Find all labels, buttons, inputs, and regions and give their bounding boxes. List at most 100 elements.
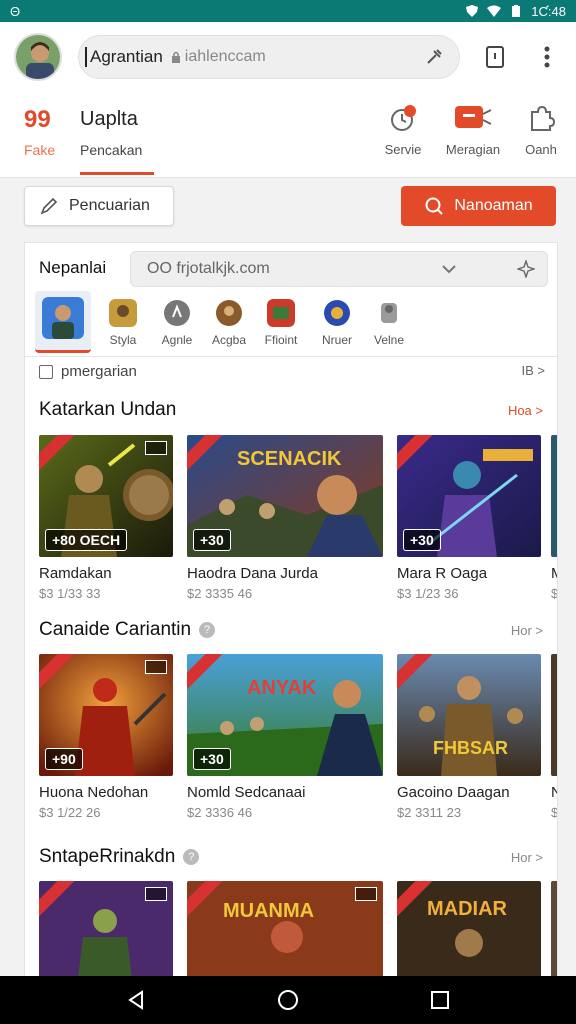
game-thumbnail: +80 OECH xyxy=(39,435,173,557)
category-label: Styla xyxy=(109,333,137,347)
thumbnail-title: SCENACIK xyxy=(237,448,342,470)
category-item[interactable]: Ffioint xyxy=(255,299,307,347)
card-meta: $3 1/22 26 xyxy=(39,805,101,820)
home-icon[interactable] xyxy=(276,988,300,1012)
lock-icon xyxy=(171,51,180,63)
game-thumbnail: SCENACIK +30 xyxy=(187,435,383,557)
category-item[interactable]: Styla xyxy=(97,299,149,347)
card-meta: $2 3335 46 xyxy=(187,586,253,601)
tab-label: Oanh xyxy=(525,142,557,157)
price-badge: +30 xyxy=(403,529,441,551)
see-more-link[interactable]: Hor > xyxy=(511,850,543,865)
game-card[interactable] xyxy=(551,881,557,981)
card-title: Huona Nedohan xyxy=(39,784,149,801)
status-time: 1Ƈ:48 xyxy=(531,3,566,19)
category-label: Ffioint xyxy=(264,333,298,347)
game-card[interactable]: +80 OECH Ramdakan $3 1/33 33 xyxy=(39,435,173,601)
tab-servie[interactable]: Servie xyxy=(368,104,438,157)
page-title: Uaplta xyxy=(80,108,138,130)
category-label: Nruer xyxy=(321,333,352,347)
price-badge: +30 xyxy=(193,748,231,770)
tools-icon[interactable] xyxy=(419,42,449,72)
status-left-icon: Θ xyxy=(10,3,21,19)
game-thumbnail: MADIAR xyxy=(397,881,541,981)
card-title: N xyxy=(551,784,557,801)
red-message-icon xyxy=(455,106,492,128)
price-badge: +90 xyxy=(45,748,83,770)
help-icon[interactable]: ? xyxy=(183,849,200,865)
game-card[interactable]: +90 Huona Nedohan $3 1/22 26 xyxy=(39,654,173,820)
game-card[interactable] xyxy=(39,881,173,981)
tag-icon xyxy=(145,887,167,901)
status-right: 1Ƈ:48 xyxy=(465,4,566,19)
game-card[interactable]: +30 Mara R Oaga $3 1/23 36 xyxy=(397,435,541,601)
wifi-icon xyxy=(487,5,502,17)
category-label: Velne xyxy=(373,333,405,347)
search-button-label: Pencuarian xyxy=(69,197,150,214)
game-card[interactable]: M $ xyxy=(551,435,557,601)
tab-oanh[interactable]: Oanh xyxy=(506,104,576,157)
tab-switcher-icon[interactable] xyxy=(480,42,510,72)
game-thumbnail: ANYAK +30 xyxy=(187,654,383,776)
game-card[interactable]: MADIAR xyxy=(397,881,541,981)
category-item[interactable]: Acgba xyxy=(203,299,255,347)
card-meta: $ xyxy=(551,805,558,820)
game-card[interactable]: MUANMA xyxy=(187,881,383,981)
category-icon xyxy=(267,299,295,327)
category-icon xyxy=(381,303,397,323)
breadcrumb[interactable]: pmergarian xyxy=(39,363,137,380)
menu-dots-icon[interactable] xyxy=(532,42,562,72)
recents-icon[interactable] xyxy=(428,988,452,1012)
section-title: Canaide Cariantin ? xyxy=(39,619,216,641)
back-icon[interactable] xyxy=(124,988,148,1012)
system-nav-bar xyxy=(0,976,576,1024)
section-title: Katarkan Undan xyxy=(39,399,176,421)
game-card[interactable]: ANYAK +30 Nomld Sedcanaai $2 3336 46 xyxy=(187,654,383,820)
header-tabs: 99 Fake Uaplta Pencakan Servie Meragian … xyxy=(0,92,576,178)
alert-clock-icon xyxy=(391,105,416,131)
search-button[interactable]: Pencuarian xyxy=(24,186,174,226)
game-thumbnail xyxy=(551,654,557,776)
game-thumbnail: MUANMA xyxy=(187,881,383,981)
category-item[interactable]: Velne xyxy=(363,299,415,347)
tab-meragian[interactable]: Meragian xyxy=(438,104,508,157)
game-card[interactable]: N $ xyxy=(551,654,558,820)
category-icon xyxy=(324,300,350,326)
category-item[interactable]: Agnle xyxy=(151,299,203,347)
card-title: Ramdakan xyxy=(39,565,112,582)
category-icon xyxy=(164,300,190,326)
primary-button[interactable]: Nanoaman xyxy=(401,186,556,226)
game-thumbnail: +90 xyxy=(39,654,173,776)
see-more-link[interactable]: Hoa > xyxy=(508,403,543,418)
url-title: Agrantian xyxy=(85,47,163,67)
help-icon[interactable]: ? xyxy=(199,622,216,638)
battery-icon xyxy=(512,5,521,17)
section-title-text: Katarkan Undan xyxy=(39,399,177,420)
tag-icon xyxy=(145,441,167,455)
category-item-active[interactable] xyxy=(35,291,91,353)
game-card[interactable]: FHBSAR Gacoino Daagan $2 3311 23 xyxy=(397,654,541,820)
breadcrumb-label: pmergarian xyxy=(61,363,137,380)
checkbox-icon xyxy=(39,364,53,379)
breadcrumb-right[interactable]: IB > xyxy=(522,363,546,378)
category-bar: Styla Agnle Acgba Ffioint Nruer Velne xyxy=(25,291,557,357)
card-title: Nomld Sedcanaai xyxy=(187,784,306,801)
sparkle-icon[interactable] xyxy=(517,260,535,278)
game-thumbnail xyxy=(551,881,557,981)
url-bar[interactable]: Agrantian iahlenccam xyxy=(78,35,460,79)
category-item[interactable]: Nruer xyxy=(311,299,363,347)
see-more-link[interactable]: Hor > xyxy=(511,623,543,638)
card-title: Haodra Dana Jurda xyxy=(187,565,318,582)
puzzle-icon xyxy=(531,105,556,131)
section-title: SntapeRrinakdn ? xyxy=(39,846,200,868)
tab-pencakan[interactable]: Pencakan xyxy=(80,142,142,158)
counter-label[interactable]: Fake xyxy=(24,142,55,158)
game-thumb-icon xyxy=(42,297,84,339)
category-label: Acgba xyxy=(211,333,247,347)
game-card[interactable]: SCENACIK +30 Haodra Dana Jurda $2 3335 4… xyxy=(187,435,383,601)
price-badge: +30 xyxy=(193,529,231,551)
panel-url-bar[interactable]: OO frjotalkjk.com xyxy=(130,251,548,287)
category-icon xyxy=(109,299,137,327)
chevron-down-icon[interactable] xyxy=(441,264,457,274)
avatar[interactable] xyxy=(14,33,62,81)
